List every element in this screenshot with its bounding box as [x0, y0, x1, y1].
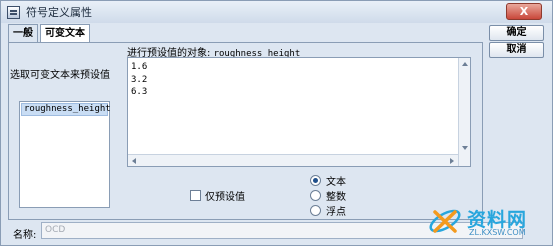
title-bar[interactable]: 符号定义属性 X: [1, 1, 552, 23]
tab-variable-text[interactable]: 可变文本: [40, 24, 90, 43]
variable-list[interactable]: roughness_height: [19, 101, 111, 208]
window-title: 符号定义属性: [26, 6, 92, 19]
radio-button[interactable]: [310, 205, 321, 216]
watermark-url: ZL.KXSW.COM: [469, 228, 526, 237]
radio-label: 整数: [326, 192, 346, 203]
radio-option-integer[interactable]: 整数: [310, 188, 346, 203]
value-type-radio-group: 文本 整数 浮点: [310, 173, 346, 218]
app-icon: [7, 5, 20, 19]
ok-button[interactable]: 确定: [489, 25, 544, 41]
radio-option-float[interactable]: 浮点: [310, 203, 346, 218]
horizontal-scrollbar[interactable]: [128, 154, 458, 166]
vertical-scrollbar[interactable]: [458, 58, 470, 166]
radio-button[interactable]: [310, 190, 321, 201]
name-label: 名称:: [13, 230, 37, 241]
preset-only-label: 仅预设值: [205, 192, 245, 203]
value-line: 3.2: [131, 74, 148, 85]
scroll-down-icon[interactable]: [462, 146, 468, 150]
cancel-button[interactable]: 取消: [489, 42, 544, 58]
watermark-logo-icon: [429, 209, 461, 233]
watermark: 资料网 ZL.KXSW.COM: [427, 202, 545, 242]
tab-general[interactable]: 一般: [8, 24, 38, 43]
value-line: 6.3: [131, 87, 148, 97]
value-line: 1.6: [131, 62, 148, 72]
preset-values-text: 1.6 3.2 6.3: [131, 61, 147, 99]
preset-only-checkbox[interactable]: [190, 190, 201, 201]
preset-values-textarea[interactable]: 1.6 3.2 6.3: [127, 57, 471, 167]
select-variable-label: 选取可变文本来预设值: [10, 70, 110, 81]
close-button[interactable]: X: [506, 3, 542, 20]
radio-button[interactable]: [310, 175, 321, 186]
radio-label: 文本: [326, 177, 346, 188]
radio-label: 浮点: [326, 207, 346, 218]
variable-list-item[interactable]: roughness_height: [21, 103, 111, 116]
scroll-up-icon[interactable]: [462, 62, 468, 66]
tab-strip: 一般 可变文本: [8, 24, 90, 43]
scroll-left-icon[interactable]: [132, 158, 136, 164]
preset-only-option[interactable]: 仅预设值: [190, 188, 245, 203]
radio-option-text[interactable]: 文本: [310, 173, 346, 188]
scroll-right-icon[interactable]: [450, 158, 454, 164]
